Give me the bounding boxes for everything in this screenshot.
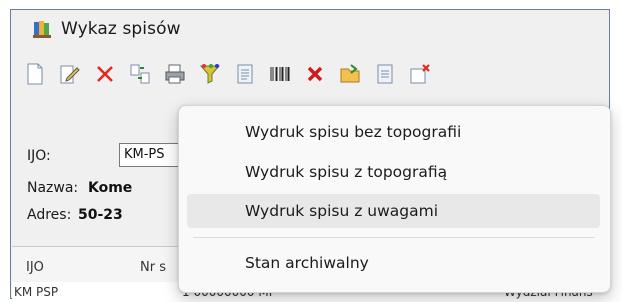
window-title: Wykaz spisów: [61, 19, 181, 39]
address-value: 50-23: [78, 207, 123, 223]
transfer-icon[interactable]: [128, 61, 152, 87]
name-label: Nazwa:: [27, 180, 79, 196]
print-icon[interactable]: [163, 61, 187, 87]
name-value: Kome: [88, 180, 133, 196]
new-document-icon[interactable]: [23, 61, 47, 87]
close-document-icon[interactable]: [408, 61, 432, 87]
toolbar: [23, 56, 443, 92]
filter-icon[interactable]: [198, 61, 222, 87]
menu-item-print-without-topography[interactable]: Wydruk spisu bez topografii: [187, 115, 600, 149]
column-header-ijo[interactable]: IJO: [26, 260, 44, 275]
cancel-x-icon[interactable]: [303, 61, 327, 87]
menu-item-label: Wydruk spisu bez topografii: [245, 123, 462, 141]
edit-document-icon[interactable]: [58, 61, 82, 87]
menu-item-label: Wydruk spisu z topografią: [245, 163, 448, 181]
delete-x-icon[interactable]: [93, 61, 117, 87]
menu-item-print-with-topography[interactable]: Wydruk spisu z topografią: [187, 155, 600, 189]
context-menu: Wydruk spisu bez topografii Wydruk spisu…: [178, 105, 611, 293]
menu-item-label: Stan archiwalny: [245, 254, 369, 272]
title-bar: Wykaz spisów: [11, 10, 609, 48]
ijo-label: IJO:: [27, 148, 51, 164]
menu-separator: [193, 237, 595, 238]
list-document-icon[interactable]: [233, 61, 257, 87]
menu-item-print-with-notes[interactable]: Wydruk spisu z uwagami: [187, 194, 600, 228]
address-label: Adres:: [27, 207, 72, 223]
column-header-nr[interactable]: Nr s: [140, 260, 166, 275]
open-folder-icon[interactable]: [338, 61, 362, 87]
report-document-icon[interactable]: [373, 61, 397, 87]
books-icon: [31, 18, 53, 40]
table-cell: KM PSP: [14, 285, 59, 299]
barcode-icon[interactable]: [268, 61, 292, 87]
menu-item-label: Wydruk spisu z uwagami: [245, 202, 439, 220]
menu-item-archive-status[interactable]: Stan archiwalny: [187, 246, 600, 280]
